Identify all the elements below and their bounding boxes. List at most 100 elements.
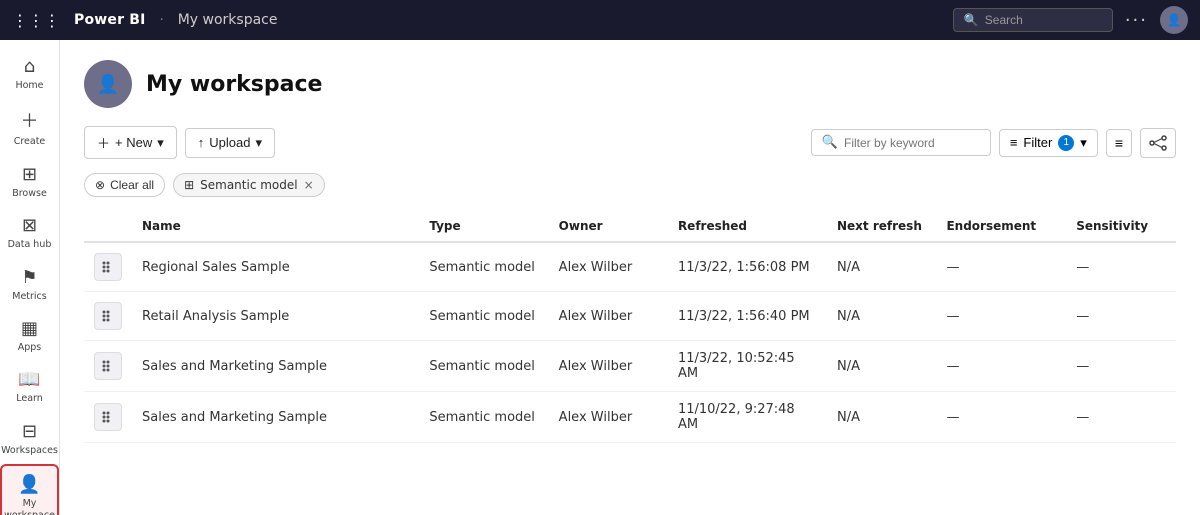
main-content: 👤 My workspace ＋ + New ▾ ↑ Upload ▾ 🔍 ≡ … — [60, 40, 1200, 515]
row-icon-cell — [84, 242, 132, 292]
row-endorsement: — — [936, 341, 1066, 392]
th-sensitivity-label: Sensitivity — [1076, 219, 1148, 233]
workspace-avatar: 👤 — [84, 60, 132, 108]
sidebar: ⌂ Home ＋ Create ⊞ Browse ⊠ Data hub ⚑ Me… — [0, 40, 60, 515]
active-filters-bar: ⊗ Clear all ⊞ Semantic model × — [84, 173, 1176, 197]
upload-dropdown-icon: ▾ — [255, 135, 262, 151]
view-toggle-icon: ≡ — [1115, 135, 1123, 151]
new-button-icon: ＋ — [97, 133, 110, 152]
top-search-icon: 🔍 — [964, 13, 979, 27]
view-toggle-button[interactable]: ≡ — [1106, 129, 1132, 157]
row-owner: Alex Wilber — [549, 242, 668, 292]
table-row[interactable]: Sales and Marketing Sample Semantic mode… — [84, 341, 1176, 392]
sidebar-item-browse[interactable]: ⊞ Browse — [0, 156, 59, 207]
home-icon: ⌂ — [24, 56, 35, 77]
top-search-input[interactable] — [985, 13, 1102, 27]
sidebar-item-myworkspace[interactable]: 👤 My workspace — [0, 464, 59, 515]
filter-label: Filter — [1023, 135, 1052, 150]
filter-keyword-bar[interactable]: 🔍 — [811, 129, 991, 156]
row-name[interactable]: Retail Analysis Sample — [132, 292, 419, 341]
th-endorsement-label: Endorsement — [946, 219, 1036, 233]
filter-lines-icon: ≡ — [1010, 135, 1018, 150]
semantic-model-tag-close[interactable]: × — [304, 178, 314, 192]
new-button[interactable]: ＋ + New ▾ — [84, 126, 177, 159]
user-avatar[interactable]: 👤 — [1160, 6, 1188, 34]
filter-keyword-input[interactable] — [844, 136, 980, 150]
upload-label: Upload — [209, 135, 250, 150]
row-owner: Alex Wilber — [549, 292, 668, 341]
row-refreshed: 11/10/22, 9:27:48 AM — [668, 392, 827, 443]
workspace-title: My workspace — [146, 72, 322, 97]
row-type: Semantic model — [419, 392, 548, 443]
row-next-refresh: N/A — [827, 292, 936, 341]
sidebar-label-datahub: Data hub — [8, 239, 52, 250]
new-dropdown-icon: ▾ — [157, 135, 164, 151]
workspaces-icon: ⊟ — [22, 421, 37, 442]
th-name[interactable]: Name — [132, 211, 419, 242]
th-icon-col — [84, 211, 132, 242]
th-refreshed-label: Refreshed — [678, 219, 747, 233]
row-sensitivity: — — [1066, 392, 1176, 443]
breadcrumb-workspace: My workspace — [178, 12, 278, 28]
clear-all-icon: ⊗ — [95, 178, 105, 192]
sidebar-label-home: Home — [15, 80, 43, 91]
row-next-refresh: N/A — [827, 341, 936, 392]
row-refreshed: 11/3/22, 10:52:45 AM — [668, 341, 827, 392]
row-sensitivity: — — [1066, 292, 1176, 341]
new-button-label: + New — [115, 135, 152, 150]
row-endorsement: — — [936, 392, 1066, 443]
top-nav-right: 🔍 ··· 👤 — [953, 6, 1188, 34]
th-refreshed[interactable]: Refreshed — [668, 211, 827, 242]
sidebar-label-workspaces: Workspaces — [1, 445, 58, 456]
row-name[interactable]: Sales and Marketing Sample — [132, 341, 419, 392]
lineage-button[interactable] — [1140, 128, 1176, 158]
row-owner: Alex Wilber — [549, 392, 668, 443]
filter-button[interactable]: ≡ Filter 1 ▾ — [999, 129, 1098, 157]
semantic-model-tag-label: Semantic model — [200, 178, 297, 192]
sidebar-label-metrics: Metrics — [12, 291, 46, 302]
upload-icon: ↑ — [198, 135, 205, 150]
table-header: Name Type Owner Refreshed Next refresh E… — [84, 211, 1176, 242]
myworkspace-icon: 👤 — [18, 474, 40, 495]
filter-count-badge: 1 — [1058, 135, 1074, 151]
row-name[interactable]: Sales and Marketing Sample — [132, 392, 419, 443]
row-icon-cell — [84, 292, 132, 341]
learn-icon: 📖 — [18, 369, 40, 390]
sidebar-item-metrics[interactable]: ⚑ Metrics — [0, 259, 59, 310]
th-endorsement[interactable]: Endorsement — [936, 211, 1066, 242]
row-type: Semantic model — [419, 341, 548, 392]
lineage-icon — [1149, 134, 1167, 152]
sidebar-item-create[interactable]: ＋ Create — [0, 99, 59, 155]
row-icon-cell — [84, 392, 132, 443]
th-sensitivity[interactable]: Sensitivity — [1066, 211, 1176, 242]
semantic-model-tag[interactable]: ⊞ Semantic model × — [173, 173, 325, 197]
data-table: Name Type Owner Refreshed Next refresh E… — [84, 211, 1176, 443]
table-row[interactable]: Retail Analysis Sample Semantic model Al… — [84, 292, 1176, 341]
table-body: Regional Sales Sample Semantic model Ale… — [84, 242, 1176, 443]
row-name[interactable]: Regional Sales Sample — [132, 242, 419, 292]
waffle-icon[interactable]: ⋮⋮⋮ — [12, 11, 60, 30]
row-owner: Alex Wilber — [549, 341, 668, 392]
sidebar-item-learn[interactable]: 📖 Learn — [0, 361, 59, 412]
top-search-bar[interactable]: 🔍 — [953, 8, 1113, 32]
toolbar: ＋ + New ▾ ↑ Upload ▾ 🔍 ≡ Filter 1 ▾ ≡ — [84, 126, 1176, 159]
sidebar-item-datahub[interactable]: ⊠ Data hub — [0, 207, 59, 258]
sidebar-item-workspaces[interactable]: ⊟ Workspaces — [0, 413, 59, 464]
sidebar-item-home[interactable]: ⌂ Home — [0, 48, 59, 99]
th-owner[interactable]: Owner — [549, 211, 668, 242]
row-icon — [94, 253, 122, 281]
row-icon-cell — [84, 341, 132, 392]
table-row[interactable]: Sales and Marketing Sample Semantic mode… — [84, 392, 1176, 443]
sidebar-label-create: Create — [14, 136, 46, 147]
breadcrumb-separator: · — [160, 13, 164, 28]
upload-button[interactable]: ↑ Upload ▾ — [185, 128, 275, 158]
more-options-button[interactable]: ··· — [1125, 10, 1148, 31]
sidebar-label-browse: Browse — [12, 188, 47, 199]
th-type[interactable]: Type — [419, 211, 548, 242]
sidebar-label-myworkspace: My workspace — [4, 498, 55, 515]
table-row[interactable]: Regional Sales Sample Semantic model Ale… — [84, 242, 1176, 292]
sidebar-item-apps[interactable]: ▦ Apps — [0, 310, 59, 361]
datahub-icon: ⊠ — [22, 215, 37, 236]
clear-all-button[interactable]: ⊗ Clear all — [84, 173, 165, 197]
th-next-refresh[interactable]: Next refresh — [827, 211, 936, 242]
